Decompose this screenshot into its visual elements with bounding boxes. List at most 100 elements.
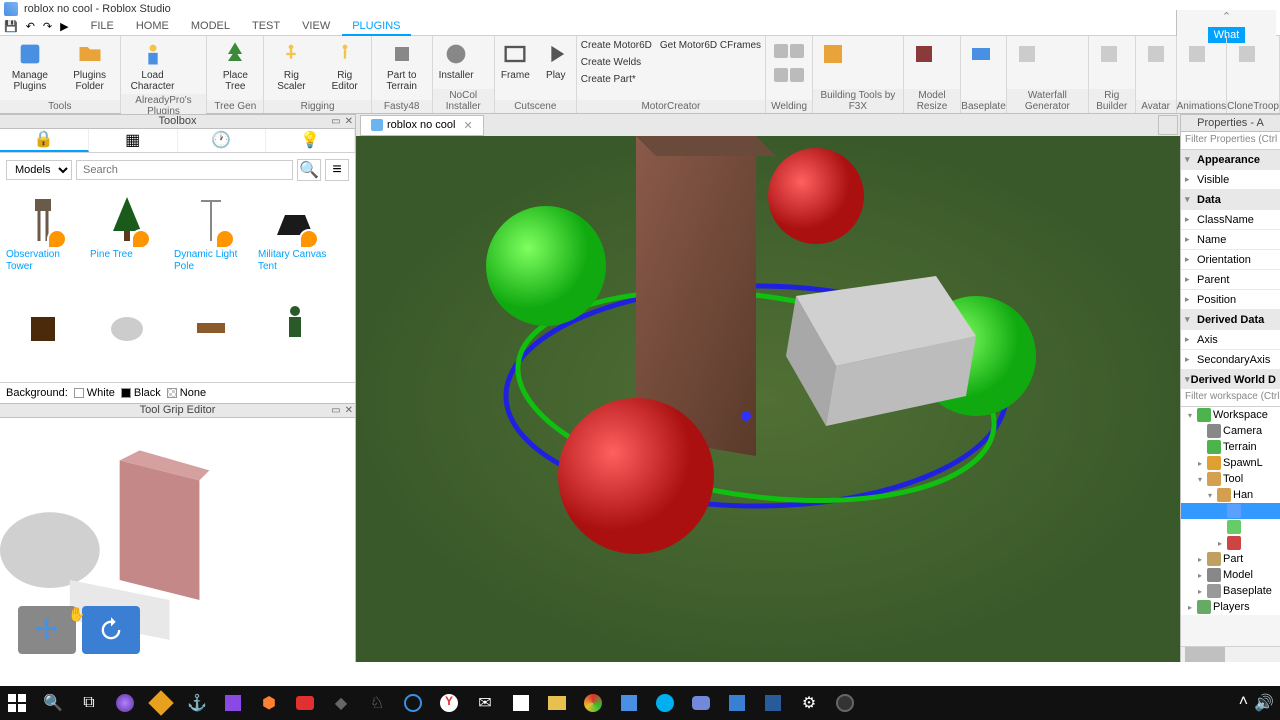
tray-chevron-icon[interactable]: ˄ (1239, 693, 1248, 713)
get-motor6d-cframes-link[interactable]: Get Motor6D CFrames (660, 38, 761, 54)
taskbar-chrome[interactable] (582, 692, 604, 714)
tree-row[interactable]: ▾Workspace (1181, 407, 1280, 423)
scene-viewport-toggle[interactable] (1158, 115, 1178, 135)
taskbar-app[interactable]: ⬢ (258, 692, 280, 714)
taskbar-app[interactable] (762, 692, 784, 714)
tge-close-icon[interactable]: ✕ (345, 405, 353, 416)
taskbar-obs[interactable] (834, 692, 856, 714)
taskbar-store[interactable] (510, 692, 532, 714)
prop-row[interactable]: ▸Position (1181, 290, 1280, 310)
model-resize-button[interactable] (904, 36, 944, 89)
taskbar-app[interactable] (222, 692, 244, 714)
prop-row[interactable]: ▸SecondaryAxis (1181, 350, 1280, 370)
rig-editor-button[interactable]: Rig Editor (319, 36, 371, 100)
tree-row[interactable]: ▸Players (1181, 599, 1280, 615)
weld-icon[interactable] (774, 44, 788, 58)
cutscene-frame-button[interactable]: Frame (495, 36, 536, 100)
tree-row[interactable]: ▸Baseplate (1181, 583, 1280, 599)
tree-row[interactable]: ▾Tool (1181, 471, 1280, 487)
tree-row[interactable]: Terrain (1181, 439, 1280, 455)
tge-viewport[interactable]: ✋ (0, 418, 355, 662)
taskbar-app[interactable] (726, 692, 748, 714)
weld-icon-3[interactable] (774, 68, 788, 82)
load-character-button[interactable]: Load Character (121, 36, 185, 94)
tab-file[interactable]: FILE (81, 18, 124, 36)
taskbar-app[interactable] (150, 692, 172, 714)
bg-none-option[interactable]: None (167, 387, 206, 399)
tab-plugins[interactable]: PLUGINS (342, 18, 410, 36)
toolbox-item[interactable] (170, 297, 252, 378)
qa-save-icon[interactable]: 💾 (4, 20, 18, 33)
prop-section[interactable]: ▾Derived Data (1181, 310, 1280, 330)
weld-icon-4[interactable] (790, 68, 804, 82)
plugins-folder-button[interactable]: Plugins Folder (60, 36, 120, 100)
prop-row[interactable]: ▸Orientation (1181, 250, 1280, 270)
animations-button[interactable] (1177, 36, 1217, 100)
prop-row[interactable]: ▸Visible (1181, 170, 1280, 190)
tray-volume-icon[interactable]: 🔊 (1254, 693, 1274, 713)
tree-row[interactable]: ▸Model (1181, 567, 1280, 583)
taskbar-app[interactable] (114, 692, 136, 714)
prop-row[interactable]: ▸Parent (1181, 270, 1280, 290)
bg-white-option[interactable]: White (74, 387, 115, 399)
taskbar-explorer[interactable] (546, 692, 568, 714)
toolbox-filter-button[interactable]: ≡ (325, 159, 349, 181)
tree-row[interactable] (1181, 519, 1280, 535)
avatar-button[interactable] (1136, 36, 1176, 100)
nocol-installer-button[interactable]: Installer (433, 36, 480, 89)
taskbar-edge[interactable] (402, 692, 424, 714)
tge-rotate-button[interactable] (82, 606, 140, 654)
properties-filter[interactable]: Filter Properties (Ctrl (1181, 132, 1280, 150)
taskbar-app[interactable]: ⚓ (186, 692, 208, 714)
taskbar-discord[interactable] (690, 692, 712, 714)
toolbox-item[interactable] (254, 297, 336, 378)
prop-row[interactable]: ▸Axis (1181, 330, 1280, 350)
manage-plugins-button[interactable]: Manage Plugins (0, 36, 60, 100)
create-welds-link[interactable]: Create Welds (581, 55, 761, 71)
prop-row[interactable]: ▸Name (1181, 230, 1280, 250)
prop-row[interactable]: ▸ClassName (1181, 210, 1280, 230)
toolbox-tab-recent[interactable]: 🕐 (178, 129, 267, 152)
toolbox-item[interactable]: Dynamic Light Pole (170, 191, 252, 296)
toolbox-close-icon[interactable]: ✕ (345, 116, 353, 127)
tree-row[interactable]: ▸Part (1181, 551, 1280, 567)
toolbox-search-input[interactable] (76, 160, 293, 180)
search-icon[interactable]: 🔍 (42, 692, 64, 714)
tree-row[interactable]: ▸SpawnL (1181, 455, 1280, 471)
prop-section[interactable]: ▾Derived World D (1181, 370, 1280, 389)
cutscene-play-button[interactable]: Play (536, 36, 576, 100)
scene-tab[interactable]: roblox no cool ✕ (360, 115, 484, 136)
close-tab-icon[interactable]: ✕ (464, 119, 473, 132)
explorer-filter[interactable]: Filter workspace (Ctrl (1181, 389, 1280, 407)
toolbox-item[interactable]: Observation Tower (2, 191, 84, 296)
taskbar-yandex[interactable]: Y (438, 692, 460, 714)
tree-row[interactable]: ▸ (1181, 535, 1280, 551)
place-tree-button[interactable]: Place Tree (207, 36, 263, 100)
tree-row[interactable]: Camera (1181, 423, 1280, 439)
tab-view[interactable]: VIEW (292, 18, 340, 36)
taskbar-roblox-studio[interactable] (618, 692, 640, 714)
taskbar-app[interactable]: ◆ (330, 692, 352, 714)
create-motor6d-link[interactable]: Create Motor6D (581, 38, 652, 54)
toolbox-item[interactable] (2, 297, 84, 378)
taskbar-skype[interactable] (654, 692, 676, 714)
tge-dock-icon[interactable]: ▭ (331, 405, 340, 416)
taskbar-mail[interactable]: ✉ (474, 692, 496, 714)
toolbox-tab-marketplace[interactable]: 🔒 (0, 129, 89, 152)
taskbar-app[interactable] (294, 692, 316, 714)
tab-home[interactable]: HOME (126, 18, 179, 36)
task-view-icon[interactable]: ⧉ (78, 692, 100, 714)
toolbox-item[interactable]: Military Canvas Tent (254, 191, 336, 296)
clonetroop-button[interactable] (1227, 36, 1267, 100)
toolbox-dock-icon[interactable]: ▭ (331, 116, 340, 127)
toolbox-tab-inventory[interactable]: ▦ (89, 129, 178, 152)
baseplate-button[interactable] (961, 36, 1001, 100)
part-to-terrain-button[interactable]: Part to Terrain (372, 36, 432, 100)
toolbox-category-select[interactable]: Models (6, 160, 72, 180)
ribbon-collapse-icon[interactable]: ⌃ (1222, 10, 1231, 23)
qa-redo-icon[interactable]: ↷ (43, 20, 52, 33)
weld-icon-2[interactable] (790, 44, 804, 58)
tab-model[interactable]: MODEL (181, 18, 240, 36)
taskbar-settings[interactable]: ⚙ (798, 692, 820, 714)
tab-test[interactable]: TEST (242, 18, 290, 36)
